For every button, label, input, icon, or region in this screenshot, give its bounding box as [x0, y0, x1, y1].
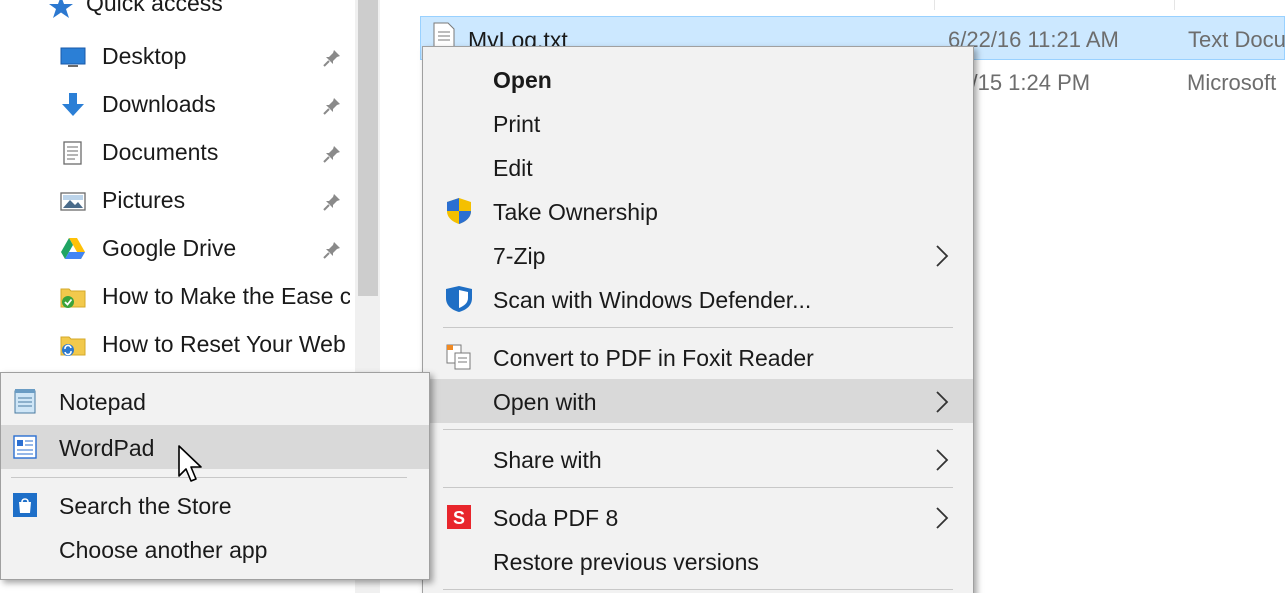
chevron-right-icon	[936, 449, 949, 471]
folder-sync-arrows-icon	[60, 336, 86, 356]
svg-text:S: S	[453, 508, 465, 528]
chevron-right-icon	[936, 507, 949, 529]
pin-icon[interactable]	[322, 144, 342, 164]
menu-item-label: Edit	[493, 155, 533, 181]
menu-item-soda-pdf[interactable]: S Soda PDF 8	[423, 495, 973, 539]
menu-item-take-ownership[interactable]: Take Ownership	[423, 189, 973, 233]
open-with-submenu: Notepad WordPad Search the Store Choose …	[0, 372, 430, 580]
submenu-item-label: Choose another app	[59, 537, 268, 563]
menu-separator	[443, 589, 953, 590]
sidebar-item-label: Google Drive	[102, 235, 237, 261]
soda-pdf-icon: S	[447, 505, 471, 529]
sidebar-item-label: How to Reset Your Web	[102, 331, 346, 357]
file-type: Text Docu	[1188, 27, 1285, 52]
menu-item-restore-versions[interactable]: Restore previous versions	[423, 539, 973, 583]
menu-item-label: Convert to PDF in Foxit Reader	[493, 345, 814, 371]
pictures-icon	[60, 192, 86, 211]
menu-item-label: Restore previous versions	[493, 549, 759, 575]
menu-item-print[interactable]: Print	[423, 101, 973, 145]
sidebar-item-label: Desktop	[102, 43, 187, 69]
column-divider[interactable]	[1174, 0, 1175, 10]
pin-icon[interactable]	[322, 48, 342, 68]
sidebar-item-label: Documents	[102, 139, 219, 165]
menu-item-open-with[interactable]: Open with	[423, 379, 973, 423]
uac-shield-icon	[447, 198, 471, 224]
sidebar-item-label: Downloads	[102, 91, 216, 117]
documents-icon	[63, 141, 82, 165]
menu-separator	[443, 429, 953, 430]
submenu-item-choose-app[interactable]: Choose another app	[1, 527, 429, 571]
sidebar-item-google-drive[interactable]: Google Drive	[0, 226, 355, 270]
quick-access-label: Quick access	[86, 0, 223, 16]
desktop-icon	[60, 47, 86, 67]
menu-item-label: Take Ownership	[493, 199, 658, 225]
submenu-item-label: Notepad	[59, 389, 146, 415]
sidebar-item-downloads[interactable]: Downloads	[0, 82, 355, 126]
file-type: Microsoft	[1187, 70, 1277, 95]
column-divider[interactable]	[934, 0, 935, 10]
download-arrow-icon	[62, 93, 84, 116]
submenu-item-search-store[interactable]: Search the Store	[1, 483, 429, 527]
store-icon	[13, 493, 37, 517]
nav-scrollbar-thumb[interactable]	[358, 0, 378, 296]
menu-item-convert-pdf[interactable]: Convert to PDF in Foxit Reader	[423, 335, 973, 379]
folder-sync-check-icon	[60, 288, 86, 308]
menu-item-edit[interactable]: Edit	[423, 145, 973, 189]
menu-item-label: Print	[493, 111, 541, 137]
submenu-item-label: Search the Store	[59, 493, 232, 519]
menu-item-label: Scan with Windows Defender...	[493, 287, 812, 313]
sidebar-item-pictures[interactable]: Pictures	[0, 178, 355, 222]
pin-icon[interactable]	[322, 192, 342, 212]
sidebar-item-documents[interactable]: Documents	[0, 130, 355, 174]
menu-item-open[interactable]: Open	[423, 57, 973, 101]
menu-item-label: 7-Zip	[493, 243, 546, 269]
sidebar-item-desktop[interactable]: Desktop	[0, 34, 355, 78]
sidebar-item-label: How to Make the Ease c	[102, 283, 350, 309]
submenu-item-label: WordPad	[59, 435, 155, 461]
defender-shield-icon	[446, 286, 472, 312]
foxit-pdf-icon	[446, 344, 471, 370]
notepad-icon	[14, 389, 36, 414]
sidebar-item-folder-ease[interactable]: How to Make the Ease c	[0, 274, 355, 318]
menu-separator	[443, 487, 953, 488]
menu-item-scan-defender[interactable]: Scan with Windows Defender...	[423, 277, 973, 321]
menu-separator	[11, 477, 407, 478]
menu-item-7zip[interactable]: 7-Zip	[423, 233, 973, 277]
google-drive-icon	[61, 238, 85, 259]
submenu-item-wordpad[interactable]: WordPad	[1, 425, 429, 469]
pin-icon[interactable]	[322, 96, 342, 116]
wordpad-icon	[13, 435, 37, 459]
chevron-right-icon	[936, 245, 949, 267]
menu-separator	[443, 327, 953, 328]
menu-item-label: Open with	[493, 389, 597, 415]
context-menu: Open Print Edit Take Ownership 7-Zip Sca…	[422, 46, 974, 593]
sidebar-item-folder-reset[interactable]: How to Reset Your Web	[0, 322, 355, 366]
menu-item-label: Open	[493, 67, 552, 93]
pin-icon[interactable]	[322, 240, 342, 260]
menu-item-share-with[interactable]: Share with	[423, 437, 973, 481]
star-icon	[49, 0, 73, 18]
menu-item-label: Soda PDF 8	[493, 505, 619, 531]
mouse-pointer-icon	[178, 445, 202, 482]
sidebar-item-label: Pictures	[102, 187, 186, 213]
menu-item-label: Share with	[493, 447, 602, 473]
submenu-item-notepad[interactable]: Notepad	[1, 379, 429, 423]
chevron-right-icon	[936, 391, 949, 413]
